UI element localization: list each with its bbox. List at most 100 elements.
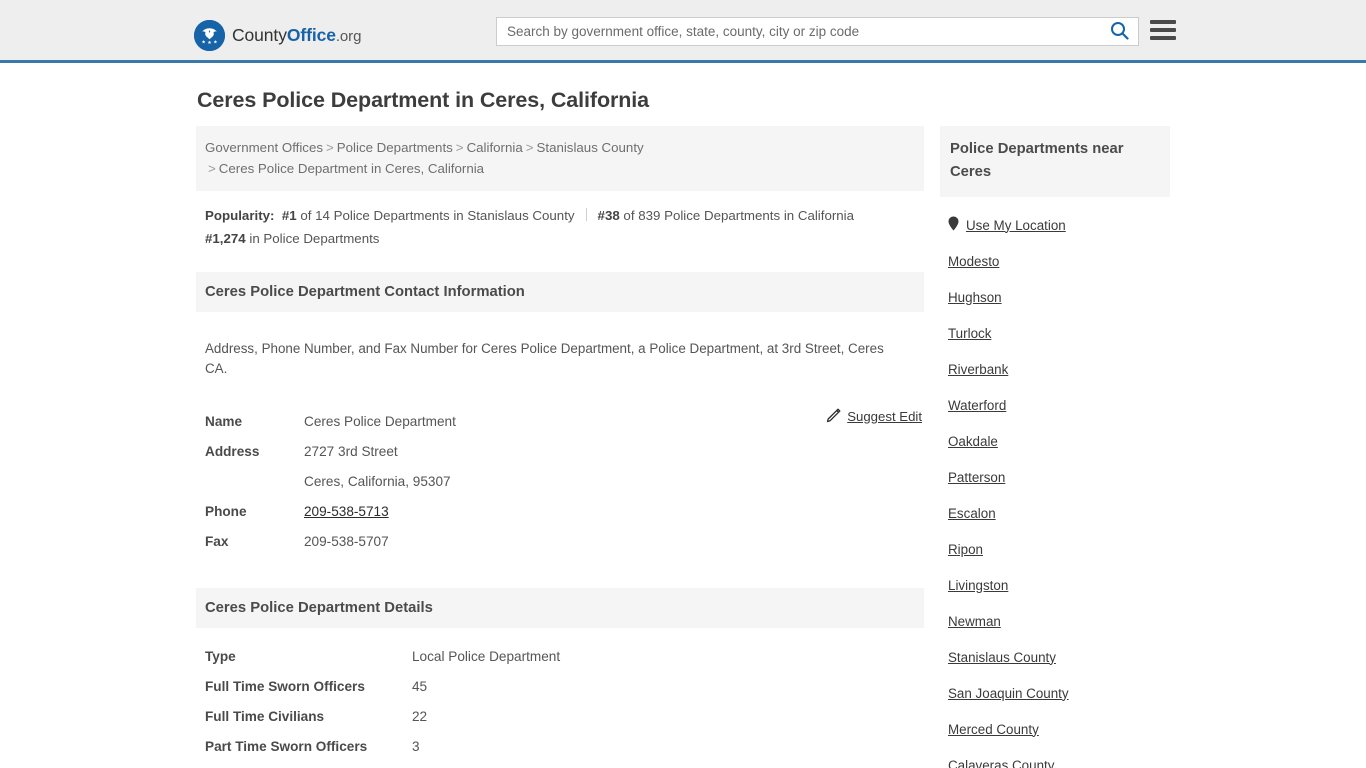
- popularity-block: Popularity: #1 of 14 Police Departments …: [196, 191, 924, 250]
- sidebar-item-newman[interactable]: Newman: [940, 603, 1170, 639]
- contact-row-key: [196, 467, 304, 497]
- sidebar-item-stanislaus-county[interactable]: Stanislaus County: [940, 639, 1170, 675]
- hamburger-menu-icon[interactable]: [1150, 19, 1176, 41]
- contact-row-key: Name: [205, 413, 243, 429]
- breadcrumb-item-police-departments[interactable]: Police Departments: [337, 140, 453, 155]
- contact-row-value: 209-538-5707: [304, 533, 389, 549]
- table-row: Full Time Sworn Officers 45: [196, 672, 924, 702]
- sidebar-item-escalon[interactable]: Escalon: [940, 495, 1170, 531]
- search-input[interactable]: [497, 18, 1100, 45]
- table-row: Ceres, California, 95307: [196, 467, 924, 497]
- details-table: Type Local Police Department Full Time S…: [196, 628, 924, 762]
- suggest-edit-label[interactable]: Suggest Edit: [847, 409, 922, 424]
- sidebar-item-merced-county[interactable]: Merced County: [940, 711, 1170, 747]
- details-section-header: Ceres Police Department Details: [196, 587, 924, 628]
- details-row-value: 3: [412, 738, 420, 754]
- sidebar-item-livingston[interactable]: Livingston: [940, 567, 1170, 603]
- hamburger-bar-1: [1150, 20, 1176, 24]
- sidebar-link[interactable]: Patterson: [948, 470, 1005, 485]
- sidebar-link[interactable]: Oakdale: [948, 434, 998, 449]
- details-row-value: 45: [412, 678, 428, 694]
- sidebar-item-waterford[interactable]: Waterford: [940, 387, 1170, 423]
- contact-section-header: Ceres Police Department Contact Informat…: [196, 272, 924, 312]
- sidebar-link[interactable]: Waterford: [948, 398, 1006, 413]
- sidebar-link[interactable]: Escalon: [948, 506, 996, 521]
- sidebar-item-use-my-location[interactable]: Use My Location: [940, 207, 1170, 243]
- sidebar-item-riverbank[interactable]: Riverbank: [940, 351, 1170, 387]
- table-row: Name Ceres Police Department: [196, 407, 924, 437]
- popularity-text-state: of 839 Police Departments in California: [619, 208, 855, 223]
- details-row-value: 22: [412, 708, 428, 724]
- breadcrumb-item-government-offices[interactable]: Government Offices: [205, 140, 323, 155]
- popularity-label: Popularity:: [205, 208, 275, 223]
- sidebar-link[interactable]: Riverbank: [948, 362, 1008, 377]
- breadcrumb-separator: >: [455, 140, 464, 155]
- sidebar-link[interactable]: Turlock: [948, 326, 991, 341]
- edit-pencil-icon: [826, 408, 841, 426]
- search-bar[interactable]: [496, 17, 1139, 46]
- details-row-key: Full Time Civilians: [205, 708, 325, 724]
- contact-table: Suggest Edit Name Ceres Police Departmen…: [196, 393, 924, 557]
- sidebar-link[interactable]: Stanislaus County: [948, 650, 1056, 665]
- popularity-rank-state: #38: [597, 208, 620, 223]
- sidebar-link[interactable]: Calaveras County: [948, 758, 1054, 768]
- sidebar-link[interactable]: Livingston: [948, 578, 1008, 593]
- table-row: Address 2727 3rd Street: [196, 437, 924, 467]
- details-row-key: Type: [205, 648, 236, 664]
- sidebar-nearby-list: Use My Location Modesto Hughson Turlock …: [940, 197, 1170, 768]
- sidebar-item-modesto[interactable]: Modesto: [940, 243, 1170, 279]
- sidebar-link[interactable]: Merced County: [948, 722, 1039, 737]
- breadcrumb-item-stanislaus-county[interactable]: Stanislaus County: [537, 140, 644, 155]
- sidebar-header: Police Departments near Ceres: [940, 126, 1170, 197]
- sidebar-link[interactable]: San Joaquin County: [948, 686, 1069, 701]
- contact-row-key: Fax: [205, 533, 229, 549]
- site-logo[interactable]: CountyOffice.org: [194, 20, 361, 51]
- breadcrumb: Government Offices > Police Departments > Ca…: [196, 126, 924, 191]
- table-row: Part Time Sworn Officers 3: [196, 732, 924, 762]
- breadcrumb-current: Ceres Police Department in Ceres, Califo…: [218, 161, 485, 176]
- hamburger-bar-3: [1150, 36, 1176, 40]
- search-button[interactable]: [1100, 18, 1138, 45]
- phone-link[interactable]: 209-538-5713: [304, 504, 389, 519]
- sidebar-link[interactable]: Newman: [948, 614, 1001, 629]
- breadcrumb-separator: >: [525, 140, 534, 155]
- logo-text-org: .org: [335, 28, 362, 45]
- sidebar-link[interactable]: Ripon: [948, 542, 983, 557]
- contact-description: Address, Phone Number, and Fax Number fo…: [205, 341, 884, 377]
- popularity-text-county: of 14 Police Departments in Stanislaus C…: [296, 208, 575, 223]
- sidebar-item-ripon[interactable]: Ripon: [940, 531, 1170, 567]
- contact-section-title: Ceres Police Department Contact Informat…: [205, 284, 525, 300]
- table-row: Full Time Civilians 22: [196, 702, 924, 732]
- popularity-divider: [585, 208, 587, 221]
- popularity-rank-county: #1: [281, 208, 297, 223]
- sidebar: Police Departments near Ceres Use My Loc…: [940, 126, 1170, 768]
- sidebar-item-san-joaquin-county[interactable]: San Joaquin County: [940, 675, 1170, 711]
- contact-row-value: Ceres, California, 95307: [304, 473, 451, 489]
- breadcrumb-item-california[interactable]: California: [467, 140, 523, 155]
- contact-row-value: Ceres Police Department: [304, 413, 456, 429]
- hamburger-bar-2: [1150, 28, 1176, 32]
- details-section-title: Ceres Police Department Details: [205, 599, 433, 616]
- sidebar-item-hughson[interactable]: Hughson: [940, 279, 1170, 315]
- site-header: CountyOffice.org: [0, 0, 1366, 63]
- contact-row-key: Address: [205, 443, 260, 459]
- use-my-location-link[interactable]: Use My Location: [966, 218, 1066, 233]
- table-row: Fax 209-538-5707: [196, 527, 924, 557]
- sidebar-item-turlock[interactable]: Turlock: [940, 315, 1170, 351]
- contact-row-value: 209-538-5713: [304, 497, 389, 527]
- table-row: Phone 209-538-5713: [196, 497, 924, 527]
- contact-row-key: Phone: [205, 503, 247, 519]
- suggest-edit-button[interactable]: Suggest Edit: [826, 408, 922, 426]
- sidebar-link[interactable]: Hughson: [948, 290, 1002, 305]
- site-logo-text: CountyOffice.org: [232, 25, 361, 46]
- details-row-key: Part Time Sworn Officers: [205, 738, 368, 754]
- main-content-column: Government Offices > Police Departments > Ca…: [196, 126, 924, 768]
- sidebar-item-calaveras-county[interactable]: Calaveras County: [940, 747, 1170, 768]
- popularity-text-national: in Police Departments: [245, 231, 380, 246]
- sidebar-link[interactable]: Modesto: [948, 254, 999, 269]
- sidebar-item-oakdale[interactable]: Oakdale: [940, 423, 1170, 459]
- sidebar-item-patterson[interactable]: Patterson: [940, 459, 1170, 495]
- breadcrumb-separator: >: [326, 140, 334, 155]
- map-pin-icon: [948, 216, 959, 234]
- breadcrumb-separator: >: [208, 161, 216, 176]
